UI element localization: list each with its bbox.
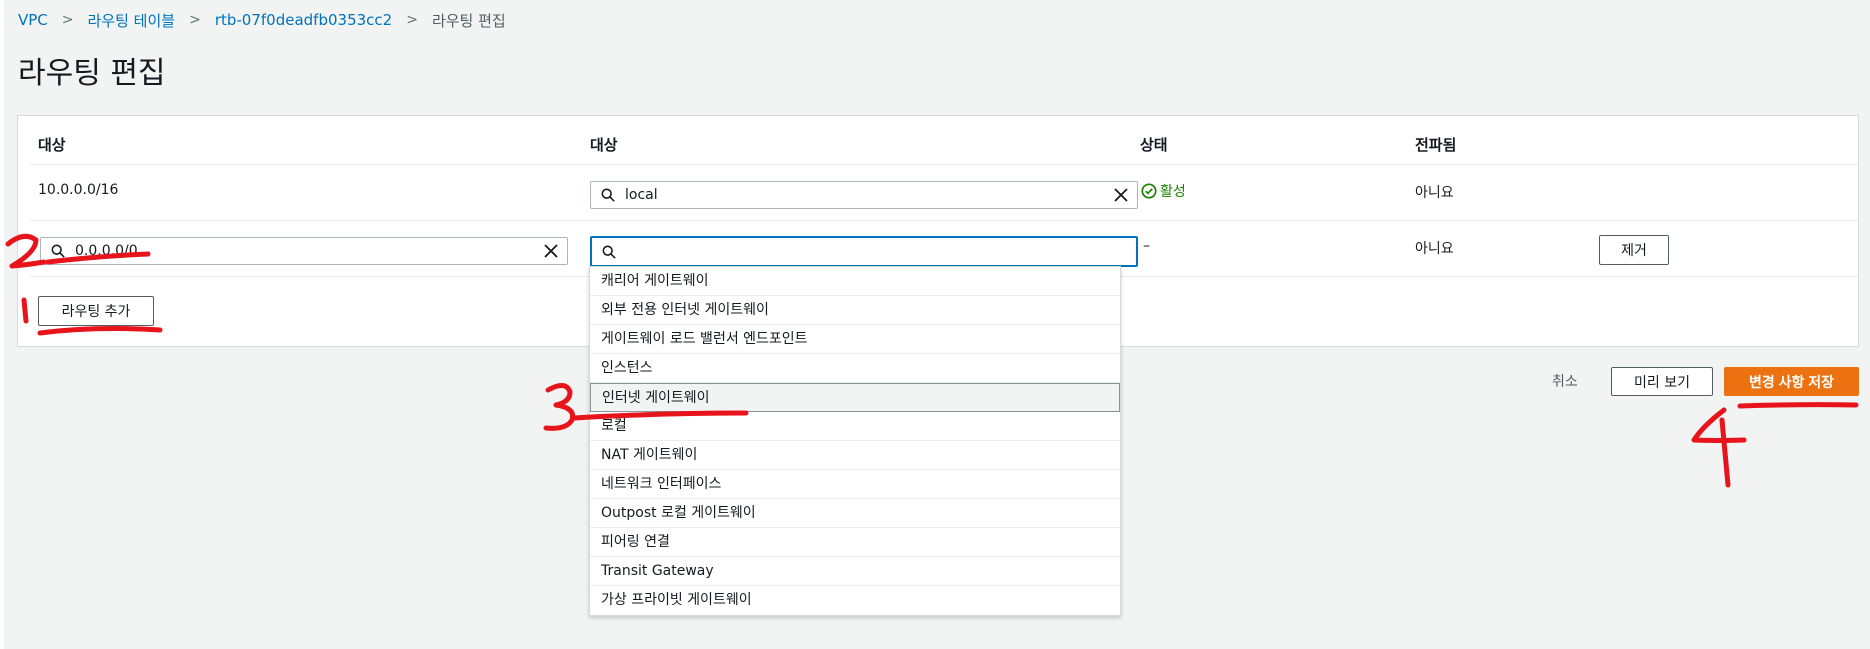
left-edge <box>0 0 4 649</box>
annotation-number-4 <box>1719 417 1731 488</box>
status-badge: 활성 <box>1141 181 1186 201</box>
dropdown-option-outpost-local-gateway[interactable]: Outpost 로컬 게이트웨이 <box>590 499 1120 528</box>
status-text: 활성 <box>1160 184 1186 200</box>
remove-button[interactable]: 제거 <box>1599 235 1669 265</box>
header-target: 대상 <box>590 136 618 154</box>
target-dropdown-menu: 캐리어 게이트웨이 외부 전용 인터넷 게이트웨이 게이트웨이 로드 밸런서 엔… <box>589 266 1121 616</box>
chevron-right-icon: > <box>189 12 201 28</box>
breadcrumb-current: 라우팅 편집 <box>431 11 506 30</box>
breadcrumb-vpc[interactable]: VPC <box>18 11 48 29</box>
save-changes-button[interactable]: 변경 사항 저장 <box>1724 367 1859 396</box>
header-divider <box>30 164 1858 165</box>
row-destination: 10.0.0.0/16 <box>38 182 119 198</box>
dropdown-option-egress-only-igw[interactable]: 외부 전용 인터넷 게이트웨이 <box>590 296 1120 325</box>
header-destination: 대상 <box>38 136 66 154</box>
header-status: 상태 <box>1140 136 1168 154</box>
annotation-number-3 <box>543 383 576 431</box>
chevron-right-icon: > <box>406 12 418 28</box>
breadcrumb: VPC > 라우팅 테이블 > rtb-07f0deadfb0353cc2 > … <box>18 9 506 31</box>
clear-icon[interactable] <box>1113 187 1129 203</box>
cancel-button[interactable]: 취소 <box>1552 371 1578 391</box>
dropdown-option-peering-connection[interactable]: 피어링 연결 <box>590 528 1120 557</box>
target-search-input[interactable] <box>590 236 1138 267</box>
dropdown-option-nat-gateway[interactable]: NAT 게이트웨이 <box>590 441 1120 470</box>
dropdown-option-local[interactable]: 로컬 <box>590 412 1120 441</box>
breadcrumb-route-tables[interactable]: 라우팅 테이블 <box>88 10 176 31</box>
clear-icon[interactable] <box>543 243 559 259</box>
row-divider <box>30 220 1858 221</box>
target-input[interactable]: local <box>590 181 1138 209</box>
dropdown-option-virtual-private-gateway[interactable]: 가상 프라이빗 게이트웨이 <box>590 586 1120 615</box>
check-circle-icon <box>1141 183 1157 199</box>
dropdown-option-transit-gateway[interactable]: Transit Gateway <box>590 557 1120 586</box>
page-title: 라우팅 편집 <box>18 56 166 91</box>
search-icon <box>602 245 616 259</box>
add-route-button[interactable]: 라우팅 추가 <box>38 296 154 326</box>
breadcrumb-route-table-id[interactable]: rtb-07f0deadfb0353cc2 <box>215 11 392 29</box>
destination-input-value: 0.0.0.0/0 <box>75 243 138 259</box>
dropdown-option-gwlb-endpoint[interactable]: 게이트웨이 로드 밸런서 엔드포인트 <box>590 325 1120 354</box>
row-propagated: 아니요 <box>1415 185 1454 201</box>
destination-input[interactable]: 0.0.0.0/0 <box>40 237 568 265</box>
search-icon <box>51 244 65 258</box>
dropdown-option-carrier-gateway[interactable]: 캐리어 게이트웨이 <box>590 267 1120 296</box>
dropdown-option-instance[interactable]: 인스턴스 <box>590 354 1120 383</box>
annotation-number-4 <box>1691 407 1747 443</box>
dropdown-option-network-interface[interactable]: 네트워크 인터페이스 <box>590 470 1120 499</box>
chevron-right-icon: > <box>61 12 74 28</box>
header-propagated: 전파됨 <box>1415 136 1457 154</box>
annotation-underline <box>1737 402 1859 409</box>
preview-button[interactable]: 미리 보기 <box>1611 367 1713 396</box>
row-status: – <box>1143 238 1150 254</box>
target-input-value: local <box>625 187 658 203</box>
row-propagated: 아니요 <box>1415 241 1454 257</box>
dropdown-option-internet-gateway[interactable]: 인터넷 게이트웨이 <box>590 383 1120 412</box>
search-icon <box>601 188 615 202</box>
